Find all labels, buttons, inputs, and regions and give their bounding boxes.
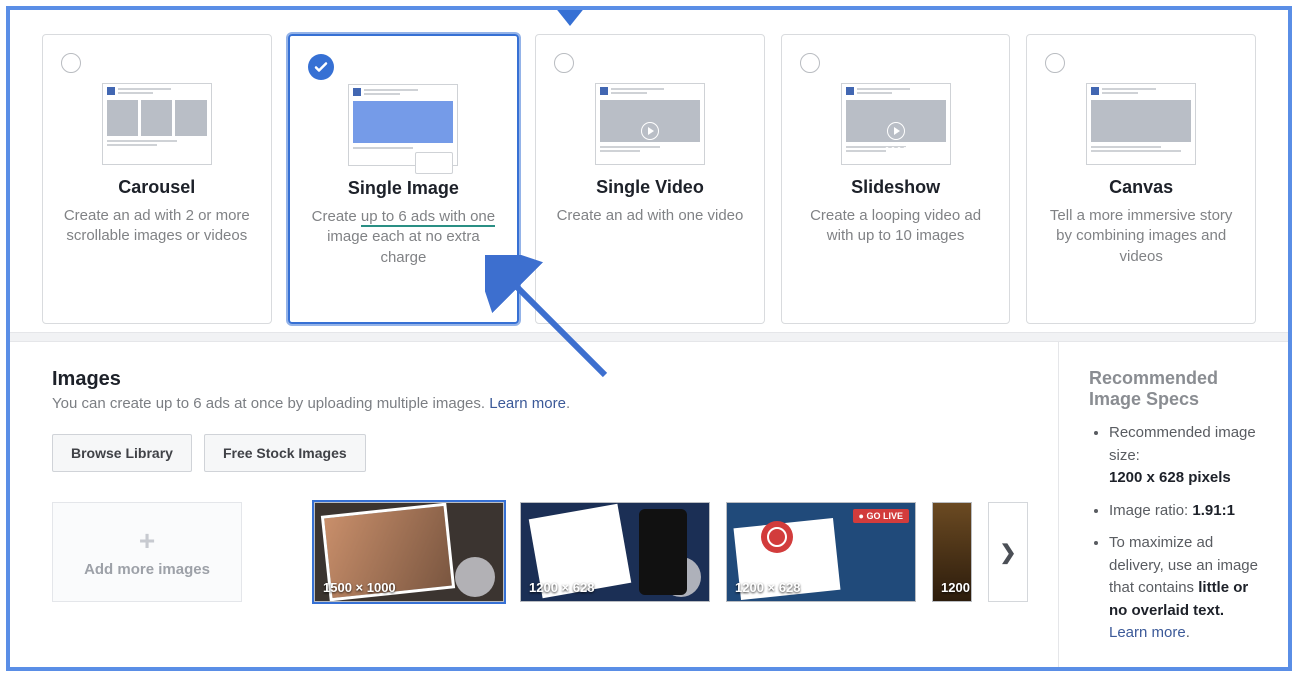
radio-checked: [308, 54, 334, 80]
specs-learn-more-link[interactable]: Learn more: [1109, 624, 1186, 641]
image-thumb-1[interactable]: 1500 × 1000: [314, 502, 504, 602]
go-live-tag: ● GO LIVE: [853, 509, 909, 523]
browse-library-button[interactable]: Browse Library: [52, 434, 192, 472]
preview-single-image: [348, 84, 458, 166]
plus-icon: +: [139, 527, 155, 555]
thumb-dimensions: 1500 × 1000: [323, 580, 396, 595]
radio-unchecked: [554, 53, 574, 73]
crop-circle-icon: [661, 557, 701, 597]
format-card-carousel[interactable]: Carousel Create an ad with 2 or more scr…: [42, 34, 272, 324]
radio-unchecked: [800, 53, 820, 73]
ring-icon: [761, 521, 793, 553]
lower-section: Images You can create up to 6 ads at onc…: [10, 342, 1288, 671]
learn-more-link[interactable]: Learn more: [489, 395, 566, 412]
card-desc: Create an ad with 2 or more scrollable i…: [55, 206, 259, 247]
format-card-slideshow[interactable]: Slideshow Create a looping video ad with…: [781, 34, 1011, 324]
thumb-dimensions: 1200 × 628: [529, 580, 594, 595]
card-desc: Create up to 6 ads with one image each a…: [302, 207, 506, 268]
spec-size: Recommended image size: 1200 x 628 pixel…: [1109, 422, 1258, 490]
specs-panel: Recommended Image Specs Recommended imag…: [1058, 342, 1288, 671]
image-thumbnails-row: + Add more images 1500 × 1000 1200 × 628…: [52, 502, 1028, 602]
format-card-canvas[interactable]: Canvas Tell a more immersive story by co…: [1026, 34, 1256, 324]
thumb-dimensions: 1200: [941, 580, 970, 595]
annotation-underline: up to 6 ads with one: [361, 208, 495, 227]
spec-tip: To maximize ad delivery, use an image th…: [1109, 532, 1258, 645]
card-desc: Tell a more immersive story by combining…: [1039, 206, 1243, 267]
preview-carousel: [102, 83, 212, 165]
preview-single-video: [595, 83, 705, 165]
free-stock-images-button[interactable]: Free Stock Images: [204, 434, 366, 472]
scroll-right-button[interactable]: ❯: [988, 502, 1028, 602]
image-thumb-2[interactable]: 1200 × 628: [520, 502, 710, 602]
add-more-images-tile[interactable]: + Add more images: [52, 502, 242, 602]
preview-slideshow: [841, 83, 951, 165]
card-title: Single Image: [302, 178, 506, 199]
thumb-dimensions: 1200 × 628: [735, 580, 800, 595]
images-subtitle: You can create up to 6 ads at once by up…: [52, 395, 1028, 412]
spec-ratio: Image ratio: 1.91:1: [1109, 500, 1258, 523]
specs-list: Recommended image size: 1200 x 628 pixel…: [1089, 422, 1258, 645]
annotation-arrow: [485, 255, 625, 395]
crop-circle-icon: [455, 557, 495, 597]
image-thumb-3[interactable]: ● GO LIVE 1200 × 628: [726, 502, 916, 602]
top-pointer-arrow: [550, 6, 590, 28]
card-title: Canvas: [1039, 177, 1243, 198]
play-icon: [641, 122, 659, 140]
radio-unchecked: [61, 53, 81, 73]
radio-unchecked: [1045, 53, 1065, 73]
format-options-row: Carousel Create an ad with 2 or more scr…: [10, 10, 1288, 332]
section-divider: [10, 332, 1288, 342]
chevron-right-icon: ❯: [1000, 540, 1017, 565]
card-title: Carousel: [55, 177, 259, 198]
play-icon: [887, 122, 905, 140]
ad-format-screen: Carousel Create an ad with 2 or more scr…: [6, 6, 1292, 671]
card-title: Single Video: [548, 177, 752, 198]
image-thumb-4[interactable]: 1200: [932, 502, 972, 602]
specs-title: Recommended Image Specs: [1089, 368, 1258, 410]
preview-canvas: [1086, 83, 1196, 165]
card-desc: Create a looping video ad with up to 10 …: [794, 206, 998, 247]
card-desc: Create an ad with one video: [548, 206, 752, 226]
slideshow-dots-icon: [885, 147, 906, 150]
card-title: Slideshow: [794, 177, 998, 198]
